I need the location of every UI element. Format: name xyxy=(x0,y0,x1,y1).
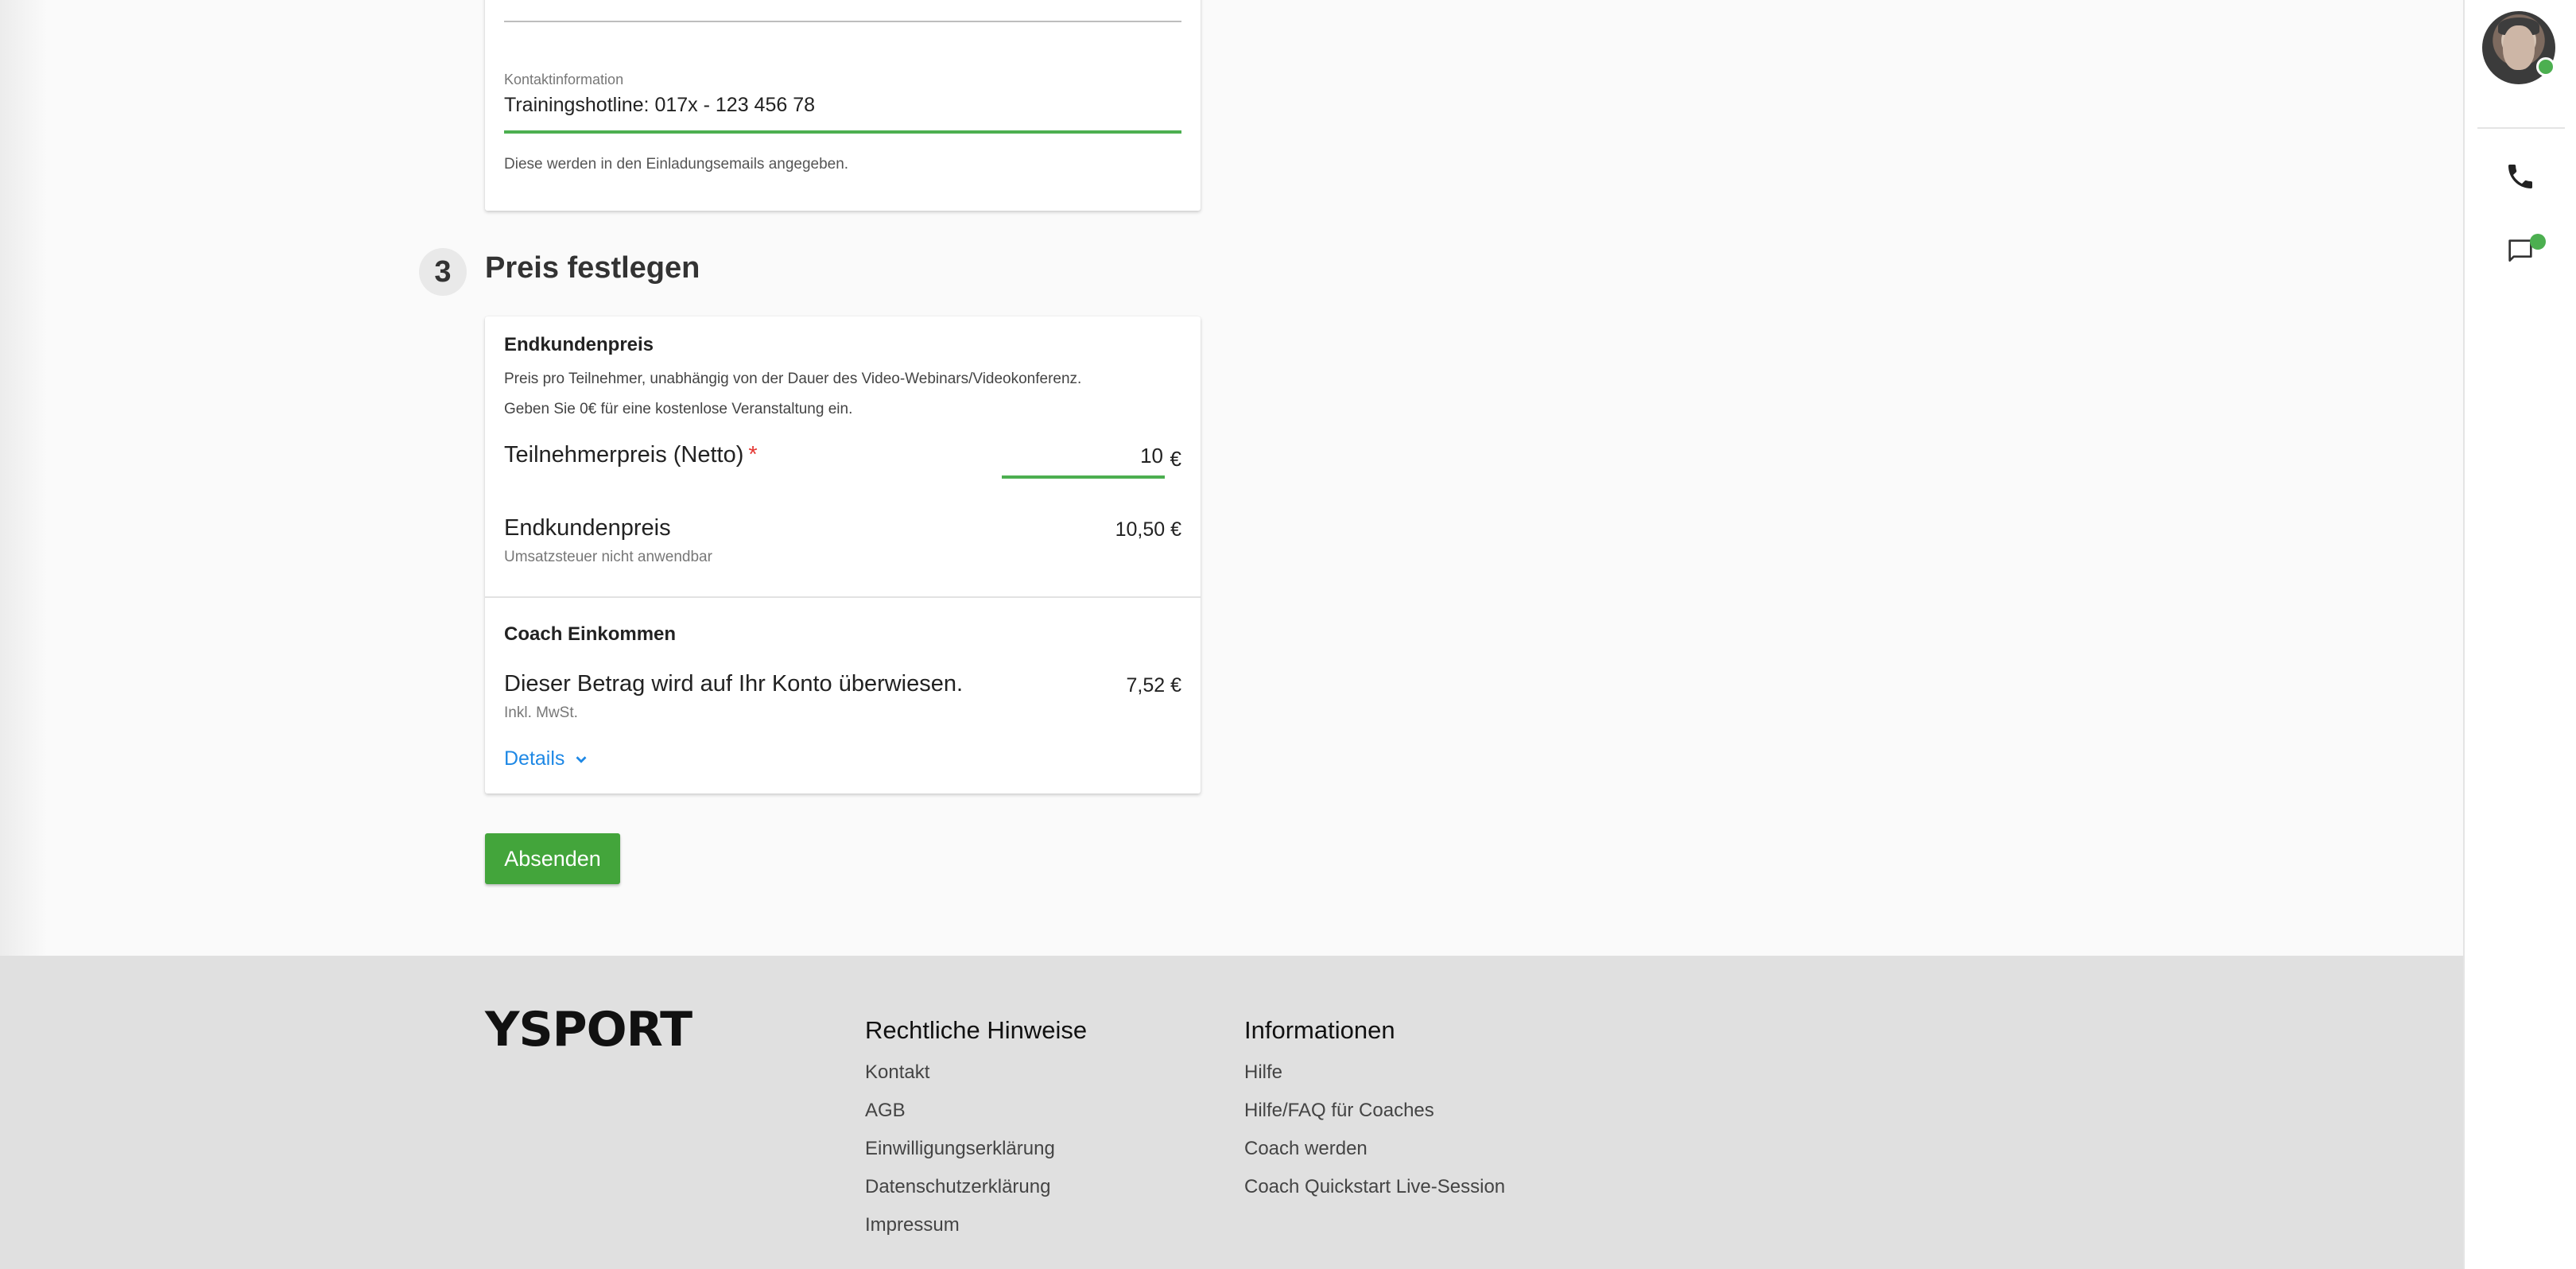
currency-symbol: € xyxy=(1170,447,1181,471)
endprice-value: 10,50 € xyxy=(1115,518,1181,541)
contact-card: Kontaktinformation Trainingshotline: 017… xyxy=(485,0,1201,211)
coach-income-value: 7,52 € xyxy=(1126,674,1181,697)
step-title: Preis festlegen xyxy=(485,251,700,285)
footer-link-coach-werden[interactable]: Coach werden xyxy=(1244,1137,1505,1175)
price-description-line1: Preis pro Teilnehmer, unabhängig von der… xyxy=(504,371,1082,387)
endprice-label: Endkundenpreis xyxy=(504,515,671,541)
details-link-label[interactable]: Details xyxy=(504,747,564,770)
contact-field-value[interactable]: Trainingshotline: 017x - 123 456 78 xyxy=(504,94,815,117)
chevron-down-icon[interactable] xyxy=(572,751,590,768)
price-card: Endkundenpreis Preis pro Teilnehmer, una… xyxy=(485,316,1201,794)
footer-link-impressum[interactable]: Impressum xyxy=(865,1213,1087,1252)
participant-price-input[interactable]: 10 xyxy=(1002,444,1165,479)
endkundenpreis-heading: Endkundenpreis xyxy=(504,334,654,355)
footer: YSPORT Rechtliche Hinweise Kontakt AGB E… xyxy=(0,956,2463,1269)
avatar-face xyxy=(2503,25,2535,70)
coach-income-label: Dieser Betrag wird auf Ihr Konto überwie… xyxy=(504,671,964,697)
contact-field-label: Kontaktinformation xyxy=(504,72,624,87)
footer-legal-title: Rechtliche Hinweise xyxy=(865,1016,1088,1044)
footer-legal-column: Rechtliche Hinweise Kontakt AGB Einwilli… xyxy=(865,1016,1087,1252)
coach-income-heading: Coach Einkommen xyxy=(504,623,677,645)
participant-price-label-text: Teilnehmerpreis (Netto) xyxy=(504,442,744,468)
section-divider xyxy=(485,596,1201,598)
participant-price-value[interactable]: 10 xyxy=(1140,444,1163,468)
participant-price-label: Teilnehmerpreis (Netto) * xyxy=(504,442,758,468)
rail-divider xyxy=(2477,127,2565,129)
previous-field-underline xyxy=(504,21,1181,22)
chat-notification-dot xyxy=(2530,234,2546,250)
right-sidebar xyxy=(2463,0,2576,1269)
footer-link-einwilligung[interactable]: Einwilligungserklärung xyxy=(865,1137,1087,1175)
phone-icon[interactable] xyxy=(2504,161,2536,192)
footer-link-hilfe[interactable]: Hilfe xyxy=(1244,1061,1505,1099)
endprice-subtext: Umsatzsteuer nicht anwendbar xyxy=(504,549,712,565)
main-content: Kontaktinformation Trainingshotline: 017… xyxy=(0,0,2463,956)
footer-info-title: Informationen xyxy=(1244,1016,1395,1044)
footer-info-column: Informationen Hilfe Hilfe/FAQ für Coache… xyxy=(1244,1016,1505,1213)
submit-button[interactable]: Absenden xyxy=(485,833,620,884)
footer-link-quickstart[interactable]: Coach Quickstart Live-Session xyxy=(1244,1175,1505,1213)
details-link[interactable]: Details xyxy=(504,747,590,770)
contact-helper-text: Diese werden in den Einladungsemails ang… xyxy=(504,156,849,173)
footer-link-faq-coaches[interactable]: Hilfe/FAQ für Coaches xyxy=(1244,1099,1505,1137)
ysport-logo[interactable]: YSPORT xyxy=(485,1002,692,1058)
required-marker: * xyxy=(748,442,758,468)
footer-link-datenschutz[interactable]: Datenschutzerklärung xyxy=(865,1175,1087,1213)
footer-link-agb[interactable]: AGB xyxy=(865,1099,1087,1137)
step-number: 3 xyxy=(434,254,452,289)
footer-link-kontakt[interactable]: Kontakt xyxy=(865,1061,1087,1099)
online-status-dot xyxy=(2536,57,2555,76)
coach-income-subtext: Inkl. MwSt. xyxy=(504,704,578,721)
step-number-badge: 3 xyxy=(419,248,467,296)
price-description-line2: Geben Sie 0€ für eine kostenlose Veranst… xyxy=(504,401,853,417)
contact-field-underline xyxy=(504,130,1181,134)
